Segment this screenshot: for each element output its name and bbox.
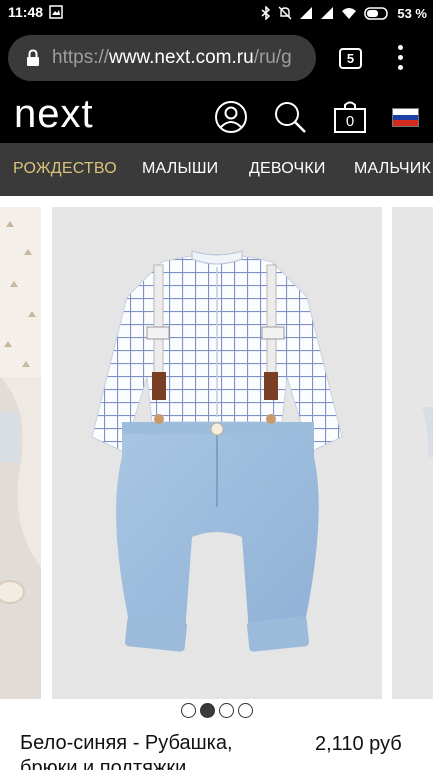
battery-percent: 53 % — [397, 5, 427, 21]
wifi-icon — [342, 8, 357, 19]
product-photo-outfit — [52, 207, 382, 699]
next-image-graphic — [392, 207, 433, 699]
site-header: next 0 — [0, 90, 433, 143]
gallery-dot[interactable] — [218, 703, 234, 718]
menu-dot-icon — [398, 45, 403, 50]
next-product-image[interactable] — [392, 207, 433, 699]
battery-icon — [364, 6, 389, 20]
status-bar: 11:48 53 % — [0, 0, 433, 26]
gallery-notification-icon — [49, 5, 63, 19]
url-text: https://www.next.com.ru/ru/g — [52, 47, 292, 69]
signal-icon-2 — [321, 7, 334, 19]
signal-icon-1 — [300, 7, 313, 19]
status-time: 11:48 — [8, 4, 44, 20]
previous-image-graphic — [0, 207, 41, 699]
gallery-pagination — [0, 703, 433, 723]
gallery-dot[interactable] — [237, 703, 253, 718]
nav-item-christmas[interactable]: РОЖДЕСТВО — [13, 160, 117, 178]
url-bar[interactable]: https://www.next.com.ru/ru/g — [8, 35, 316, 81]
lock-icon — [27, 49, 39, 66]
url-host: www.next.com.ru — [109, 47, 254, 68]
gallery-dot-active[interactable] — [199, 703, 215, 718]
status-icons: 53 % — [261, 4, 427, 22]
nav-item-girls[interactable]: ДЕВОЧКИ — [249, 160, 326, 178]
category-nav: РОЖДЕСТВО МАЛЫШИ ДЕВОЧКИ МАЛЬЧИК — [0, 143, 433, 196]
bag-button[interactable]: 0 — [333, 100, 367, 134]
product-title[interactable]: Бело-синяя - Рубашка, брюки и подтяжки..… — [20, 731, 290, 770]
bag-count: 0 — [345, 113, 355, 130]
product-image-main[interactable] — [52, 207, 382, 699]
nav-item-babies[interactable]: МАЛЫШИ — [142, 160, 218, 178]
mute-icon — [278, 6, 292, 20]
url-scheme: https:// — [52, 47, 110, 68]
product-gallery[interactable] — [0, 196, 433, 703]
browser-menu-button[interactable] — [393, 45, 407, 71]
next-logo[interactable]: next — [14, 92, 94, 137]
previous-product-image[interactable] — [0, 207, 41, 699]
gallery-dot[interactable] — [180, 703, 196, 718]
menu-dot-icon — [398, 55, 403, 60]
url-path: /ru/g — [253, 47, 292, 68]
account-icon[interactable] — [214, 100, 248, 134]
country-flag-ru[interactable] — [392, 108, 419, 127]
menu-dot-icon — [398, 65, 403, 70]
tab-switcher-button[interactable]: 5 — [339, 48, 362, 69]
browser-toolbar: https://www.next.com.ru/ru/g 5 — [0, 26, 433, 90]
bluetooth-icon — [261, 6, 271, 20]
search-icon[interactable] — [273, 100, 307, 134]
product-price: 2,110 руб — [315, 733, 402, 755]
nav-item-boys[interactable]: МАЛЬЧИК — [354, 160, 431, 178]
